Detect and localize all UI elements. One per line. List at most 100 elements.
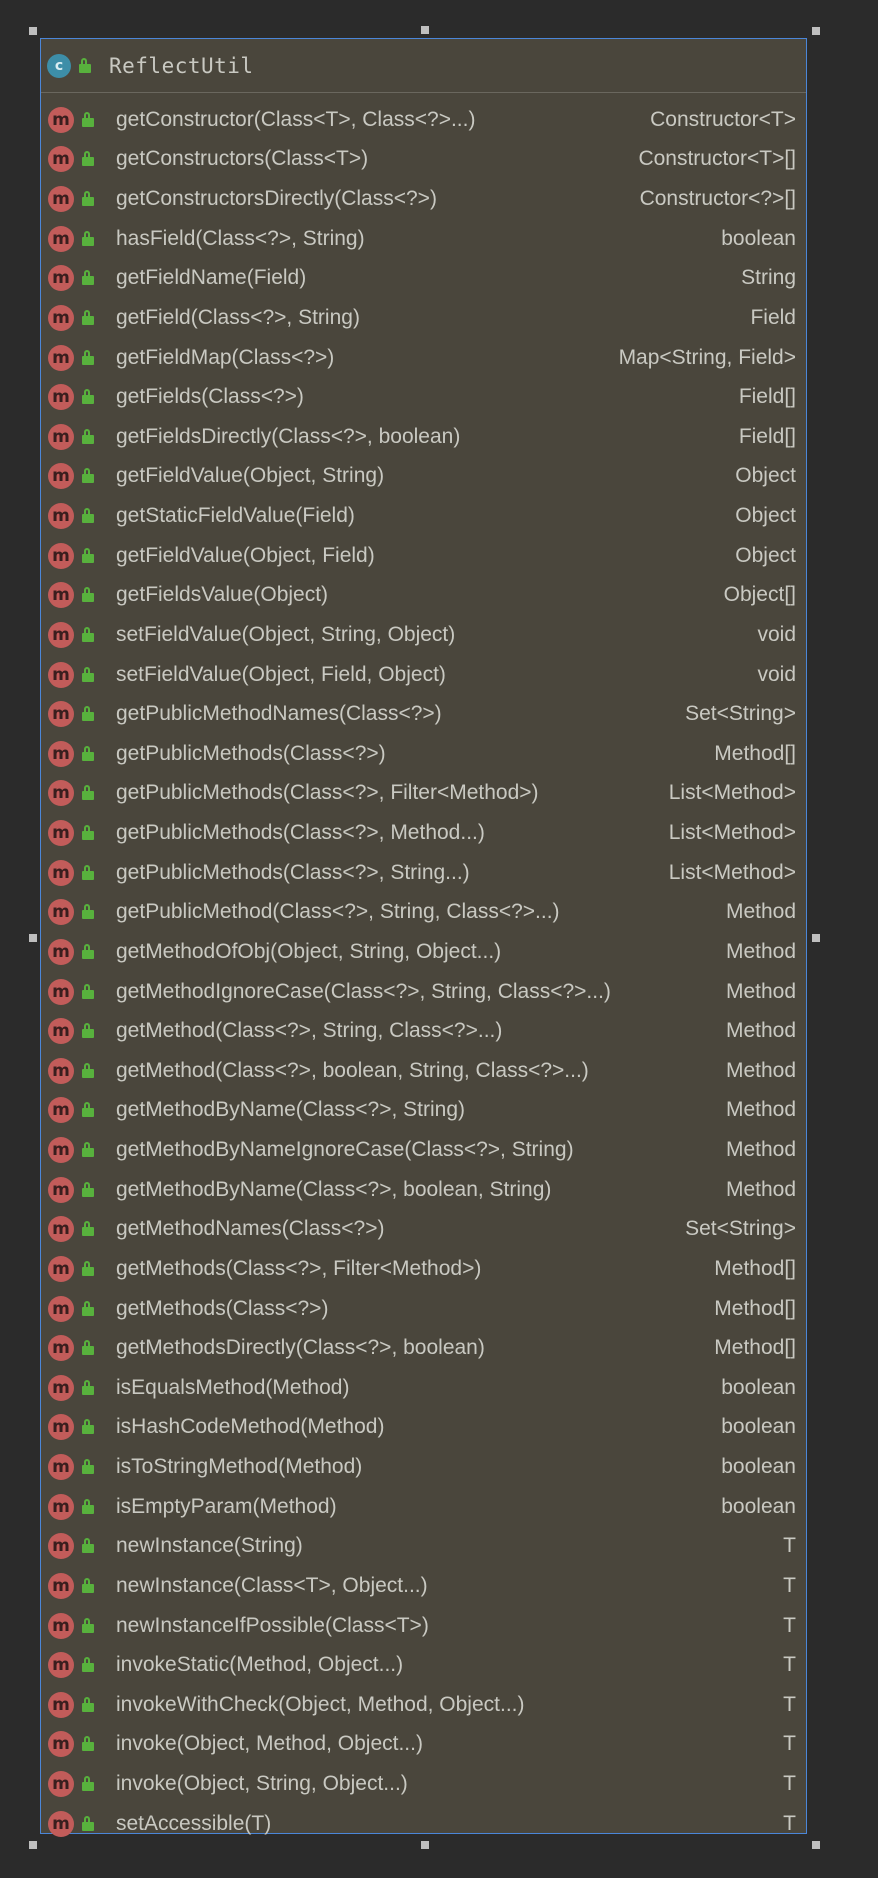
lock-open-icon xyxy=(82,626,94,643)
method-row[interactable]: m getField(Class<?>, String) Field xyxy=(41,298,806,338)
method-row[interactable]: m isHashCodeMethod(Method) boolean xyxy=(41,1408,806,1448)
method-row[interactable]: m getConstructors(Class<T>) Constructor<T>… xyxy=(41,140,806,180)
method-row[interactable]: m getPublicMethodNames(Class<?>) Set<Strin… xyxy=(41,694,806,734)
method-row[interactable]: m invoke(Object, Method, Object...) T xyxy=(41,1725,806,1765)
method-return-type: Constructor<T> xyxy=(650,107,796,131)
class-header[interactable]: c ReflectUtil xyxy=(41,39,806,93)
method-icon: m xyxy=(48,1533,74,1560)
method-row[interactable]: m isEqualsMethod(Method) boolean xyxy=(41,1368,806,1408)
method-return-type: Constructor<?>[] xyxy=(639,187,796,211)
method-icon: m xyxy=(48,1691,74,1718)
lock-open-icon xyxy=(82,1498,94,1515)
method-icon: m xyxy=(48,1572,74,1599)
method-row[interactable]: m hasField(Class<?>, String) boolean xyxy=(41,219,806,259)
resize-handle-top-left[interactable] xyxy=(29,27,37,35)
method-return-type: Method[] xyxy=(714,1336,796,1360)
method-row[interactable]: m getMethodsDirectly(Class<?>, boolean) Me… xyxy=(41,1328,806,1368)
method-return-type: boolean xyxy=(721,226,796,250)
method-signature: getMethodNames(Class<?>) xyxy=(116,1217,385,1241)
method-return-type: Method xyxy=(725,1019,796,1043)
method-return-type: Object xyxy=(735,504,796,528)
method-signature: getFieldsValue(Object) xyxy=(116,583,329,607)
method-row[interactable]: m getStaticFieldValue(Field) Object xyxy=(41,496,806,536)
method-row[interactable]: m getMethodByName(Class<?>, String) Method xyxy=(41,1091,806,1131)
resize-handle-top-center[interactable] xyxy=(421,26,429,34)
method-row[interactable]: m getMethod(Class<?>, boolean, String, Cl… xyxy=(41,1051,806,1091)
method-row[interactable]: m isToStringMethod(Method) boolean xyxy=(41,1447,806,1487)
method-return-type: Method xyxy=(725,900,796,924)
method-signature: getFields(Class<?>) xyxy=(116,385,304,409)
resize-handle-middle-right[interactable] xyxy=(812,934,820,942)
method-icon: m xyxy=(48,582,74,609)
resize-handle-middle-left[interactable] xyxy=(29,934,37,942)
lock-open-icon xyxy=(82,309,94,326)
method-icon: m xyxy=(48,1295,74,1322)
method-row[interactable]: m invoke(Object, String, Object...) T xyxy=(41,1764,806,1804)
method-row[interactable]: m setAccessible(T) T xyxy=(41,1804,806,1844)
method-row[interactable]: m getFieldName(Field) String xyxy=(41,259,806,299)
lock-open-icon xyxy=(82,983,94,1000)
method-row[interactable]: m getFieldValue(Object, Field) Object xyxy=(41,536,806,576)
method-signature: getConstructorsDirectly(Class<?>) xyxy=(116,187,437,211)
method-return-type: Method[] xyxy=(714,1296,796,1320)
lock-open-icon xyxy=(82,1062,94,1079)
method-row[interactable]: m getMethodIgnoreCase(Class<?>, String, C… xyxy=(41,972,806,1012)
method-return-type: Method[] xyxy=(714,1256,796,1280)
lock-open-icon xyxy=(82,785,94,801)
method-row[interactable]: m getMethodByNameIgnoreCase(Class<?>, Str… xyxy=(41,1130,806,1170)
method-icon: m xyxy=(48,1057,74,1084)
method-row[interactable]: m getFieldsValue(Object) Object[] xyxy=(41,576,806,616)
method-row[interactable]: m getPublicMethod(Class<?>, String, Class… xyxy=(41,893,806,933)
lock-open-icon xyxy=(82,1736,94,1752)
method-return-type: T xyxy=(783,1692,796,1716)
method-row[interactable]: m getPublicMethods(Class<?>, Method...) Li… xyxy=(41,813,806,853)
method-return-type: Field xyxy=(750,305,796,329)
method-row[interactable]: m getPublicMethods(Class<?>, String...) Li… xyxy=(41,853,806,893)
lock-open-icon xyxy=(79,57,91,74)
method-return-type: T xyxy=(783,1653,796,1677)
method-row[interactable]: m getMethods(Class<?>) Method[] xyxy=(41,1289,806,1329)
method-icon: m xyxy=(48,1097,74,1124)
method-row[interactable]: m setFieldValue(Object, Field, Object) voi… xyxy=(41,655,806,695)
method-row[interactable]: m getMethodNames(Class<?>) Set<String> xyxy=(41,1210,806,1250)
resize-handle-bottom-right[interactable] xyxy=(812,1841,820,1849)
method-icon: m xyxy=(48,1652,74,1679)
method-row[interactable]: m getMethods(Class<?>, Filter<Method>) Met… xyxy=(41,1249,806,1289)
lock-open-icon xyxy=(82,1617,94,1634)
lock-open-icon xyxy=(82,1102,94,1118)
method-row[interactable]: m newInstanceIfPossible(Class<T>) T xyxy=(41,1606,806,1646)
class-icon: c xyxy=(47,53,71,78)
lock-open-icon xyxy=(82,1142,94,1158)
method-row[interactable]: m getFields(Class<?>) Field[] xyxy=(41,377,806,417)
method-row[interactable]: m invokeStatic(Method, Object...) T xyxy=(41,1645,806,1685)
method-return-type: boolean xyxy=(721,1415,796,1439)
resize-handle-top-right[interactable] xyxy=(812,27,820,35)
method-row[interactable]: m getMethodByName(Class<?>, boolean, Stri… xyxy=(41,1170,806,1210)
method-row[interactable]: m newInstance(String) T xyxy=(41,1527,806,1567)
method-row[interactable]: m isEmptyParam(Method) boolean xyxy=(41,1487,806,1527)
method-row[interactable]: m getFieldsDirectly(Class<?>, boolean) Fie… xyxy=(41,417,806,457)
method-row[interactable]: m getConstructor(Class<T>, Class<?>...) Co… xyxy=(41,100,806,140)
method-row[interactable]: m getFieldMap(Class<?>) Map<String, Field> xyxy=(41,338,806,378)
method-signature: isHashCodeMethod(Method) xyxy=(116,1415,385,1439)
method-signature: getMethod(Class<?>, String, Class<?>...) xyxy=(116,1019,503,1043)
method-row[interactable]: m setFieldValue(Object, String, Object) vo… xyxy=(41,615,806,655)
method-row[interactable]: m getMethod(Class<?>, String, Class<?>...… xyxy=(41,1011,806,1051)
method-icon: m xyxy=(48,1454,74,1481)
method-icon: m xyxy=(48,1137,74,1164)
method-signature: getMethod(Class<?>, boolean, String, Cla… xyxy=(116,1058,589,1082)
method-signature: getMethods(Class<?>, Filter<Method>) xyxy=(116,1256,482,1280)
resize-handle-bottom-left[interactable] xyxy=(29,1841,37,1849)
method-list: m getConstructor(Class<T>, Class<?>...) Co… xyxy=(41,93,806,1844)
class-node[interactable]: c ReflectUtil m getConstructor(Class<T>, … xyxy=(40,38,807,1837)
method-row[interactable]: m getPublicMethods(Class<?>) Method[] xyxy=(41,734,806,774)
method-icon: m xyxy=(48,1216,74,1243)
method-row[interactable]: m invokeWithCheck(Object, Method, Object.… xyxy=(41,1685,806,1725)
method-row[interactable]: m newInstance(Class<T>, Object...) T xyxy=(41,1566,806,1606)
method-row[interactable]: m getFieldValue(Object, String) Object xyxy=(41,457,806,497)
method-row[interactable]: m getMethodOfObj(Object, String, Object..… xyxy=(41,932,806,972)
method-signature: getPublicMethod(Class<?>, String, Class<… xyxy=(116,900,560,924)
method-row[interactable]: m getConstructorsDirectly(Class<?>) Constr… xyxy=(41,179,806,219)
method-row[interactable]: m getPublicMethods(Class<?>, Filter<Metho… xyxy=(41,774,806,814)
method-return-type: Constructor<T>[] xyxy=(638,147,796,171)
